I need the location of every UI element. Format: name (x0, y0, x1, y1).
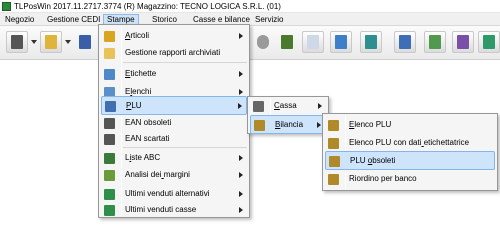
scale-icon (328, 138, 339, 149)
toolbar-button-basket[interactable] (276, 31, 298, 53)
window-title: TLPosWin 2017.11.2717.3774 (R) Magazzino… (14, 2, 281, 11)
chart-icon (365, 35, 377, 49)
stampe-item-label: EAN obsoleti (125, 118, 172, 127)
scale-icon (328, 120, 339, 131)
stampe-item-label: Ultimi venduti casse (125, 205, 197, 214)
submenu-arrow-icon (318, 103, 322, 109)
stampe-menu: Articoli Gestione rapporti archiviati Etic… (98, 24, 250, 218)
clock-icon (257, 35, 269, 49)
book-icon (104, 31, 115, 42)
toolbar-button-grid[interactable] (424, 31, 446, 53)
label-icon (104, 69, 115, 80)
submenu-arrow-icon (317, 122, 321, 128)
menu-separator (123, 62, 247, 63)
chart-icon (104, 170, 115, 181)
menu-gestione-cedi[interactable]: Gestione CEDI (44, 14, 103, 25)
plu-item-label: Cassa (274, 101, 297, 110)
exit-icon (483, 35, 495, 49)
sheet-icon (104, 205, 115, 216)
archive-icon (45, 35, 57, 49)
bilancia-submenu: Elenco PLU Elenco PLU con dati etichettat… (322, 113, 498, 191)
stampe-item-ultimi-venduti-casse[interactable]: Ultimi venduti casse (101, 201, 247, 220)
chevron-down-icon[interactable] (65, 40, 71, 44)
bilancia-item-label: Elenco PLU (349, 120, 392, 129)
abc-icon (104, 153, 115, 164)
bilancia-item-elenco-plu[interactable]: Elenco PLU (325, 116, 495, 135)
barcode-icon (104, 134, 115, 145)
stampe-item-label: Etichette (125, 69, 157, 78)
stampe-item-label: Liste ABC (125, 153, 161, 162)
stampe-item-plu[interactable]: PLU (101, 96, 247, 115)
toolbar-button-exit[interactable] (478, 31, 500, 53)
plu-icon (105, 101, 116, 112)
bilancia-item-plu-obsoleti[interactable]: PLU obsoleti (325, 151, 495, 170)
stampe-item-etichette[interactable]: Etichette (101, 65, 247, 84)
calculator-icon (11, 35, 23, 49)
menu-negozio[interactable]: Negozio (2, 14, 37, 25)
scale-icon (328, 174, 339, 185)
barcode-icon (104, 118, 115, 129)
toolbar-button-window[interactable] (394, 31, 416, 53)
stampe-item-label: Analisi dei margini (125, 170, 190, 179)
grid-icon (429, 35, 441, 49)
bilancia-item-riordino-per-banco[interactable]: Riordino per banco (325, 170, 495, 189)
submenu-arrow-icon (239, 172, 243, 178)
report-icon (307, 35, 319, 49)
sheet-icon (104, 189, 115, 200)
menu-servizio[interactable]: Servizio (252, 14, 286, 25)
scale-icon (329, 156, 340, 167)
toolbar-button-report[interactable] (302, 31, 324, 53)
cart-icon (79, 35, 91, 49)
submenu-arrow-icon (239, 191, 243, 197)
stampe-item-label: Elenchi (125, 87, 152, 96)
bilancia-item-label: Riordino per banco (349, 174, 417, 183)
toolbar-button-archive[interactable] (40, 31, 62, 53)
submenu-arrow-icon (239, 89, 243, 95)
stampe-item-label: Ultimi venduti alternativi (125, 189, 210, 198)
stampe-item-label: EAN scartati (125, 134, 170, 143)
disk-icon (457, 35, 469, 49)
stampe-item-label: Articoli (125, 31, 150, 40)
toolbar-button-chart[interactable] (360, 31, 382, 53)
stampe-item-gestione-rapporti-archiviati[interactable]: Gestione rapporti archiviati (101, 44, 247, 63)
submenu-arrow-icon (238, 103, 242, 109)
scale-icon (254, 120, 265, 131)
toolbar-button-cart[interactable] (74, 31, 96, 53)
folder-icon (104, 48, 115, 59)
menu-bar: Negozio Gestione CEDI Stampe Storico Cas… (0, 13, 500, 26)
stampe-item-analisi-dei-margini[interactable]: Analisi dei margini (101, 166, 247, 185)
basket-icon (281, 35, 293, 49)
card-icon (335, 35, 347, 49)
toolbar-button-calculator[interactable] (6, 31, 28, 53)
title-bar: TLPosWin 2017.11.2717.3774 (R) Magazzino… (0, 0, 500, 13)
toolbar (0, 26, 500, 60)
chevron-down-icon[interactable] (31, 40, 37, 44)
plu-item-label: Bilancia (275, 120, 304, 129)
plu-item-bilancia[interactable]: Bilancia (250, 115, 326, 134)
submenu-arrow-icon (239, 33, 243, 39)
submenu-arrow-icon (239, 155, 243, 161)
submenu-arrow-icon (239, 71, 243, 77)
toolbar-button-clock[interactable] (252, 31, 274, 53)
plu-item-cassa[interactable]: Cassa (250, 97, 326, 116)
menu-separator (123, 147, 247, 148)
submenu-arrow-icon (239, 207, 243, 213)
stampe-item-label: Gestione rapporti archiviati (125, 48, 221, 57)
app-icon (2, 2, 11, 11)
stampe-item-label: PLU (126, 101, 142, 110)
plu-submenu: Cassa Bilancia (247, 96, 329, 134)
bilancia-item-label: PLU obsoleti (350, 156, 396, 165)
bilancia-item-label: Elenco PLU con dati etichettatrice (349, 138, 470, 147)
cash-register-icon (253, 101, 264, 112)
toolbar-button-card[interactable] (330, 31, 352, 53)
window-icon (399, 35, 411, 49)
toolbar-button-disk[interactable] (452, 31, 474, 53)
